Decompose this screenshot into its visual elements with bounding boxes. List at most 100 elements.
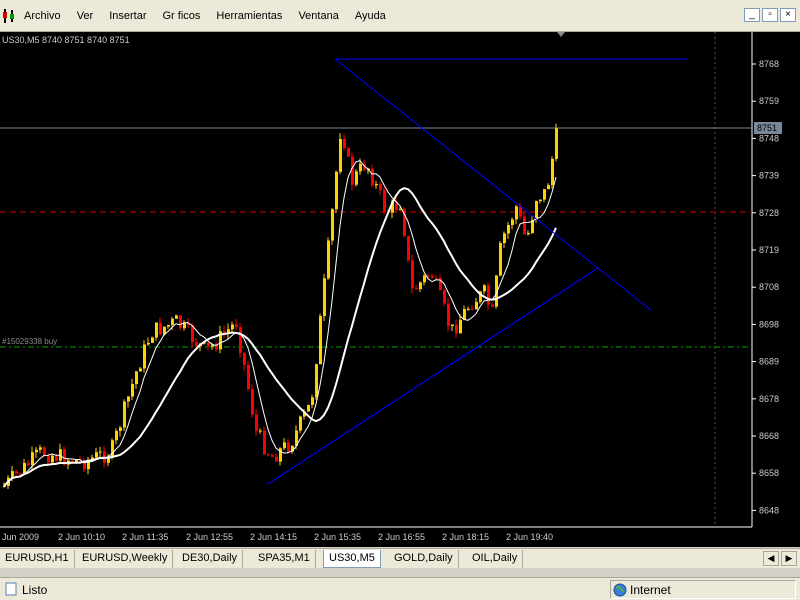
candle-body xyxy=(175,315,178,319)
candle-body xyxy=(423,275,426,283)
candle-body xyxy=(27,462,30,466)
menu-ventana[interactable]: Ventana xyxy=(290,10,346,22)
tab-eurusd-weekly[interactable]: EURUSD,Weekly xyxy=(77,550,174,568)
candle-body xyxy=(379,184,382,191)
candle-body xyxy=(251,388,254,415)
time-label: 2 Jun 14:15 xyxy=(250,532,297,542)
price-label: 8698 xyxy=(759,319,779,329)
candle-body xyxy=(359,163,362,172)
menu-ayuda[interactable]: Ayuda xyxy=(347,10,394,22)
candle-body xyxy=(463,309,466,320)
tab-us30-m5[interactable]: US30,M5 xyxy=(323,550,381,568)
candle-body xyxy=(427,275,430,277)
price-label: 8748 xyxy=(759,133,779,143)
menu-bar: Archivo Ver Insertar Gr ficos Herramient… xyxy=(0,0,800,32)
status-bar: Listo Internet xyxy=(0,577,800,600)
price-label: 8689 xyxy=(759,357,779,367)
candle-body xyxy=(115,430,118,441)
candle-body xyxy=(459,319,462,334)
candle-body xyxy=(411,260,414,289)
tab-de30-daily[interactable]: DE30,Daily xyxy=(177,550,244,568)
tabs-scroll-left[interactable]: ◀ xyxy=(763,551,779,566)
price-label: 8759 xyxy=(759,96,779,106)
menu-insertar[interactable]: Insertar xyxy=(101,10,154,22)
price-label: 8648 xyxy=(759,505,779,515)
menu-ver[interactable]: Ver xyxy=(69,10,102,22)
time-label: 2 Jun 16:55 xyxy=(378,532,425,542)
menu-graficos[interactable]: Gr ficos xyxy=(155,10,209,22)
price-label: 8668 xyxy=(759,431,779,441)
candle-body xyxy=(267,454,270,456)
order-label: #15029338 buy xyxy=(2,337,57,346)
chart-header: US30,M5 8740 8751 8740 8751 xyxy=(2,35,130,45)
chart-area[interactable]: US30,M5 8740 8751 8740 8751 #15029338 bu… xyxy=(0,32,800,547)
candle-body xyxy=(319,316,322,365)
candle-body xyxy=(327,240,330,279)
tab-spa35-m1[interactable]: SPA35,M1 xyxy=(253,550,316,568)
globe-icon xyxy=(613,583,627,597)
candle-body xyxy=(151,337,154,343)
candle-body xyxy=(499,243,502,276)
candle-body xyxy=(139,368,142,372)
price-label: 8708 xyxy=(759,282,779,292)
price-label: 8768 xyxy=(759,59,779,69)
candle-body xyxy=(371,168,374,186)
candle-body xyxy=(135,371,138,385)
candle-body xyxy=(555,128,558,159)
candle-body xyxy=(255,414,258,431)
chart-tabs: EURUSD,H1 EURUSD,Weekly DE30,Daily SPA35… xyxy=(0,548,800,568)
tabs-scroll-right[interactable]: ▶ xyxy=(781,551,797,566)
time-label: 2 Jun 10:10 xyxy=(58,532,105,542)
candle-body xyxy=(35,449,38,453)
candle-body xyxy=(127,396,130,402)
restore-button[interactable]: ▫ xyxy=(762,8,778,22)
candle-body xyxy=(323,278,326,317)
candle-body xyxy=(527,232,530,235)
candle-body xyxy=(275,456,278,462)
candle-body xyxy=(307,404,310,412)
candle-body xyxy=(491,304,494,307)
candle-body xyxy=(247,364,250,389)
candle-body xyxy=(271,455,274,457)
candle-body xyxy=(171,318,174,325)
candle-body xyxy=(207,342,210,347)
page-icon xyxy=(5,582,17,596)
candle-body xyxy=(155,322,158,338)
price-chart[interactable]: US30,M5 8740 8751 8740 8751 #15029338 bu… xyxy=(0,32,800,547)
candle-body xyxy=(15,471,18,474)
tab-oil-daily[interactable]: OIL,Daily xyxy=(467,550,524,568)
time-label: 2 Jun 18:15 xyxy=(442,532,489,542)
candle-body xyxy=(131,384,134,397)
candle-body xyxy=(143,344,146,369)
candle-body xyxy=(487,285,490,305)
candle-body xyxy=(99,451,102,453)
minimize-button[interactable]: _ xyxy=(744,8,760,22)
candle-body xyxy=(243,352,246,365)
time-scale: Jun 2009 2 Jun 10:10 2 Jun 11:35 2 Jun 12:5… xyxy=(2,532,553,542)
candle-body xyxy=(235,324,238,328)
candle-body xyxy=(39,447,42,450)
menu-herramientas[interactable]: Herramientas xyxy=(208,10,290,22)
candle-body xyxy=(467,308,470,310)
candle-body xyxy=(547,185,550,190)
candle-body xyxy=(179,315,182,329)
candle-body xyxy=(239,327,242,353)
menu-archivo[interactable]: Archivo xyxy=(16,10,69,22)
candle-body xyxy=(259,430,262,432)
close-button[interactable]: × xyxy=(780,8,796,22)
candle-body xyxy=(167,324,170,327)
candle-body xyxy=(335,171,338,210)
candle-body xyxy=(551,158,554,186)
candle-body xyxy=(195,342,198,346)
tab-gold-daily[interactable]: GOLD,Daily xyxy=(389,550,459,568)
candle-body xyxy=(443,290,446,304)
price-label: 8719 xyxy=(759,245,779,255)
candle-body xyxy=(55,455,58,461)
candle-body xyxy=(347,148,350,157)
candle-body xyxy=(339,138,342,172)
candle-body xyxy=(507,224,510,234)
candle-body xyxy=(535,201,538,221)
tab-eurusd-h1[interactable]: EURUSD,H1 xyxy=(0,550,75,568)
candle-body xyxy=(283,442,286,449)
status-text: Listo xyxy=(22,583,48,597)
